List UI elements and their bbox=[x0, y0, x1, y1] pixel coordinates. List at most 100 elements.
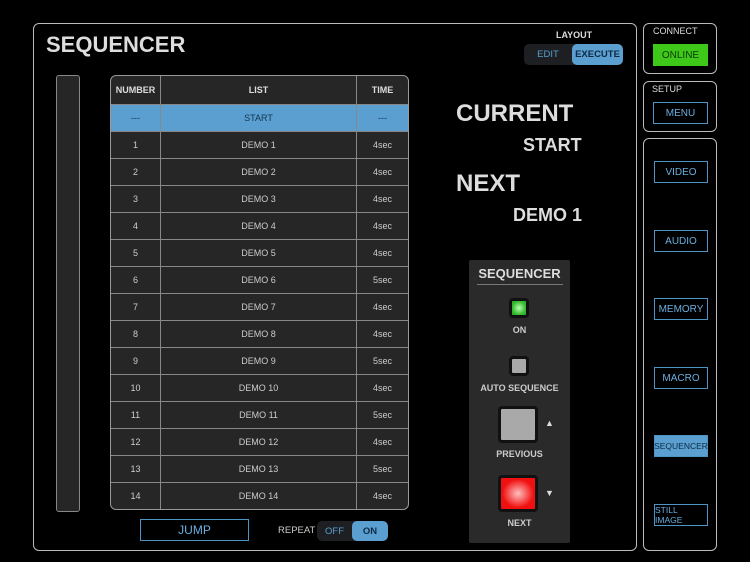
cell-time: 4sec bbox=[372, 383, 392, 393]
cell-number: 14 bbox=[111, 483, 161, 509]
setup-label: SETUP bbox=[652, 84, 683, 94]
up-arrow-icon: ▲ bbox=[545, 418, 554, 428]
cell-list: DEMO 8 bbox=[161, 321, 357, 347]
cell-list: DEMO 10 bbox=[161, 375, 357, 401]
nav-memory-button[interactable]: MEMORY bbox=[654, 298, 708, 320]
cell-time: 4sec bbox=[372, 140, 392, 150]
cell-list: DEMO 5 bbox=[161, 240, 357, 266]
nav-audio-button[interactable]: AUDIO bbox=[654, 230, 708, 252]
cell-number: 12 bbox=[111, 429, 161, 455]
list-scrollbar[interactable] bbox=[56, 75, 80, 512]
cell-number: 1 bbox=[111, 132, 161, 158]
cell-time: 4sec bbox=[372, 167, 392, 177]
table-row[interactable]: 1 DEMO 1 4sec bbox=[111, 131, 408, 158]
table-row[interactable]: --- START --- bbox=[111, 104, 408, 131]
layout-label: LAYOUT bbox=[556, 30, 593, 40]
cell-number: 7 bbox=[111, 294, 161, 320]
menu-button[interactable]: MENU bbox=[653, 102, 708, 124]
repeat-toggle[interactable]: OFF ON bbox=[317, 521, 388, 541]
table-row[interactable]: 10 DEMO 10 4sec bbox=[111, 374, 408, 401]
table-row[interactable]: 5 DEMO 5 4sec bbox=[111, 239, 408, 266]
header-list: LIST bbox=[161, 76, 357, 104]
layout-execute[interactable]: EXECUTE bbox=[572, 44, 623, 65]
table-row[interactable]: 7 DEMO 7 4sec bbox=[111, 293, 408, 320]
cell-list: DEMO 6 bbox=[161, 267, 357, 293]
repeat-on[interactable]: ON bbox=[352, 521, 388, 541]
table-row[interactable]: 2 DEMO 2 4sec bbox=[111, 158, 408, 185]
cell-list: DEMO 2 bbox=[161, 159, 357, 185]
cell-time: 5sec bbox=[372, 464, 392, 474]
cell-time: 4sec bbox=[372, 491, 392, 501]
cell-time: 4sec bbox=[372, 329, 392, 339]
next-label: NEXT bbox=[456, 170, 521, 197]
cell-list: DEMO 9 bbox=[161, 348, 357, 374]
cell-time: --- bbox=[378, 113, 387, 123]
layout-toggle[interactable]: EDIT EXECUTE bbox=[524, 44, 623, 65]
nav-video-button[interactable]: VIDEO bbox=[654, 161, 708, 183]
table-row[interactable]: 12 DEMO 12 4sec bbox=[111, 428, 408, 455]
cell-number: 5 bbox=[111, 240, 161, 266]
divider bbox=[477, 284, 563, 285]
cell-number: 3 bbox=[111, 186, 161, 212]
cell-time: 4sec bbox=[372, 194, 392, 204]
table-row[interactable]: 8 DEMO 8 4sec bbox=[111, 320, 408, 347]
table-row[interactable]: 6 DEMO 6 5sec bbox=[111, 266, 408, 293]
cell-time: 5sec bbox=[372, 275, 392, 285]
cell-list: DEMO 4 bbox=[161, 213, 357, 239]
online-status-button[interactable]: ONLINE bbox=[653, 44, 708, 66]
auto-sequence-label: AUTO SEQUENCE bbox=[480, 383, 559, 393]
auto-sequence-button[interactable] bbox=[509, 356, 529, 376]
cell-time: 4sec bbox=[372, 248, 392, 258]
on-button[interactable] bbox=[509, 298, 529, 318]
previous-label: PREVIOUS bbox=[496, 449, 543, 459]
cell-number: 9 bbox=[111, 348, 161, 374]
next-label: NEXT bbox=[507, 518, 532, 528]
cell-time: 4sec bbox=[372, 221, 392, 231]
table-row[interactable]: 4 DEMO 4 4sec bbox=[111, 212, 408, 239]
current-label: CURRENT bbox=[456, 100, 574, 127]
nav-sequencer-button[interactable]: SEQUENCER bbox=[654, 435, 708, 457]
cell-number: 4 bbox=[111, 213, 161, 239]
header-time: TIME bbox=[371, 85, 394, 95]
cell-list: DEMO 14 bbox=[161, 483, 357, 509]
table-row[interactable]: 3 DEMO 3 4sec bbox=[111, 185, 408, 212]
jump-button[interactable]: JUMP bbox=[140, 519, 249, 541]
cell-number: 8 bbox=[111, 321, 161, 347]
cell-time: 4sec bbox=[372, 302, 392, 312]
table-row[interactable]: 14 DEMO 14 4sec bbox=[111, 482, 408, 509]
cell-time: 5sec bbox=[372, 410, 392, 420]
cell-number: 13 bbox=[111, 456, 161, 482]
repeat-off[interactable]: OFF bbox=[317, 521, 352, 541]
down-arrow-icon: ▼ bbox=[545, 488, 554, 498]
cell-number: 2 bbox=[111, 159, 161, 185]
repeat-label: REPEAT bbox=[278, 525, 316, 536]
cell-number: 10 bbox=[111, 375, 161, 401]
cell-time: 4sec bbox=[372, 437, 392, 447]
cell-list: DEMO 7 bbox=[161, 294, 357, 320]
previous-button[interactable] bbox=[498, 406, 538, 443]
header-number: NUMBER bbox=[111, 76, 161, 104]
cell-list: DEMO 3 bbox=[161, 186, 357, 212]
cell-list: START bbox=[161, 105, 357, 131]
cell-number: --- bbox=[111, 105, 161, 131]
table-row[interactable]: 9 DEMO 9 5sec bbox=[111, 347, 408, 374]
next-button[interactable] bbox=[498, 475, 538, 512]
cell-number: 11 bbox=[111, 402, 161, 428]
sequencer-control-panel: SEQUENCER ON AUTO SEQUENCE ▲ PREVIOUS ▼ … bbox=[469, 260, 570, 543]
on-label: ON bbox=[512, 325, 527, 335]
cell-time: 5sec bbox=[372, 356, 392, 366]
table-row[interactable]: 13 DEMO 13 5sec bbox=[111, 455, 408, 482]
nav-panel bbox=[643, 138, 717, 551]
cell-list: DEMO 11 bbox=[161, 402, 357, 428]
cell-list: DEMO 1 bbox=[161, 132, 357, 158]
connect-label: CONNECT bbox=[653, 26, 698, 36]
nav-macro-button[interactable]: MACRO bbox=[654, 367, 708, 389]
cell-list: DEMO 13 bbox=[161, 456, 357, 482]
nav-still-image-button[interactable]: STILL IMAGE bbox=[654, 504, 708, 526]
sequencer-panel-title: SEQUENCER bbox=[478, 266, 561, 281]
page-title: SEQUENCER bbox=[46, 32, 186, 57]
sequence-table: NUMBER LIST TIME --- START --- 1 DEMO 1 4sec 2… bbox=[110, 75, 409, 510]
table-row[interactable]: 11 DEMO 11 5sec bbox=[111, 401, 408, 428]
current-value: START bbox=[523, 135, 582, 155]
layout-edit[interactable]: EDIT bbox=[524, 44, 572, 65]
